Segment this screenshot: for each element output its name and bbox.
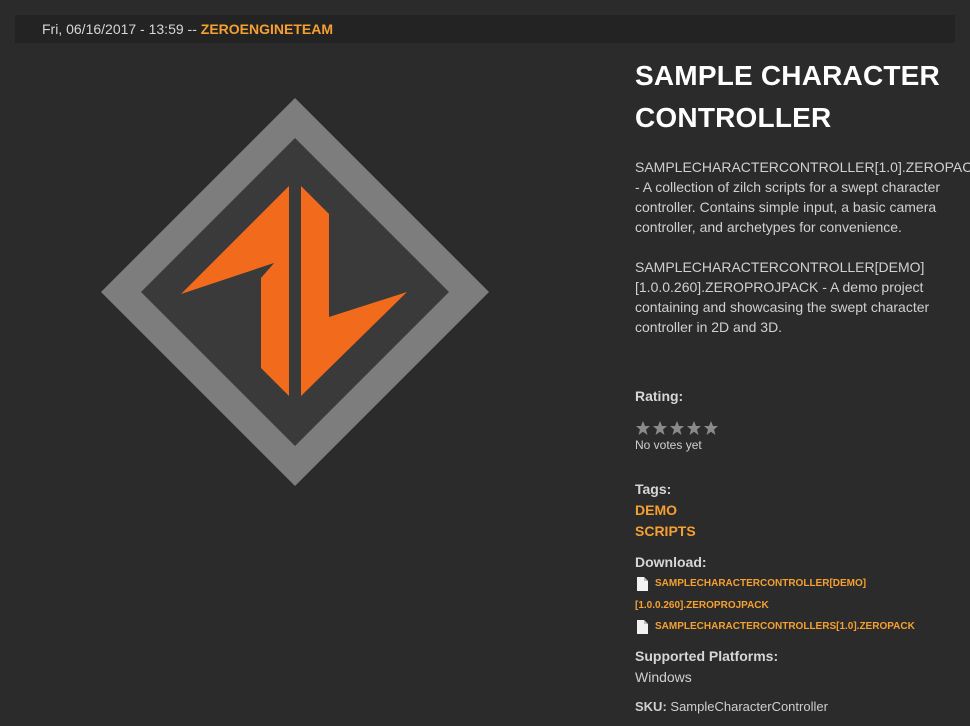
file-icon	[637, 620, 648, 634]
file-icon	[637, 577, 648, 591]
sku-line: SKU: SampleCharacterController	[635, 699, 828, 714]
tag-link-scripts[interactable]: SCRIPTS	[635, 523, 696, 539]
star-icon[interactable]	[652, 420, 668, 436]
rating-label: Rating:	[635, 388, 684, 404]
tags-label: Tags:	[635, 481, 672, 497]
star-rating[interactable]	[635, 420, 719, 436]
star-icon[interactable]	[703, 420, 719, 436]
submitted-meta: Fri, 06/16/2017 - 13:59 -- ZEROENGINETEA…	[42, 15, 333, 43]
download-link-demo-projpack-cont[interactable]: [1.0.0.260].ZEROPROJPACK	[635, 600, 769, 611]
submission-info-bar: Fri, 06/16/2017 - 13:59 -- ZEROENGINETEA…	[15, 15, 955, 43]
author-link[interactable]: ZEROENGINETEAM	[201, 21, 333, 37]
platform-value: Windows	[635, 669, 692, 685]
tag-link-demo[interactable]: DEMO	[635, 502, 677, 518]
votes-count: No votes yet	[635, 438, 702, 452]
download-label: Download:	[635, 554, 707, 570]
title-line-1: SAMPLE CHARACTER	[635, 60, 940, 91]
star-icon[interactable]	[635, 420, 651, 436]
sku-value: SampleCharacterController	[670, 699, 828, 714]
zero-engine-logo	[101, 98, 489, 486]
star-icon[interactable]	[669, 420, 685, 436]
title-line-2: CONTROLLER	[635, 102, 832, 133]
download-link-demo-projpack[interactable]: SAMPLECHARACTERCONTROLLER[DEMO]	[655, 578, 866, 589]
page-title: SAMPLE CHARACTER CONTROLLER	[635, 55, 955, 139]
download-link-zeropack[interactable]: SAMPLECHARACTERCONTROLLERS[1.0].ZEROPACK	[655, 621, 915, 632]
star-icon[interactable]	[686, 420, 702, 436]
product-details: SAMPLE CHARACTER CONTROLLER SAMPLECHARACT…	[635, 55, 970, 714]
logo-inner-diamond	[141, 138, 449, 446]
product-description-2: SAMPLECHARACTERCONTROLLER[DEMO][1.0.0.26…	[635, 259, 930, 335]
supported-platforms-label: Supported Platforms:	[635, 648, 779, 664]
sku-label: SKU:	[635, 699, 667, 714]
product-description-1: SAMPLECHARACTERCONTROLLER[1.0].ZEROPACK …	[635, 159, 970, 235]
submitted-date: Fri, 06/16/2017 - 13:59 --	[42, 21, 201, 37]
